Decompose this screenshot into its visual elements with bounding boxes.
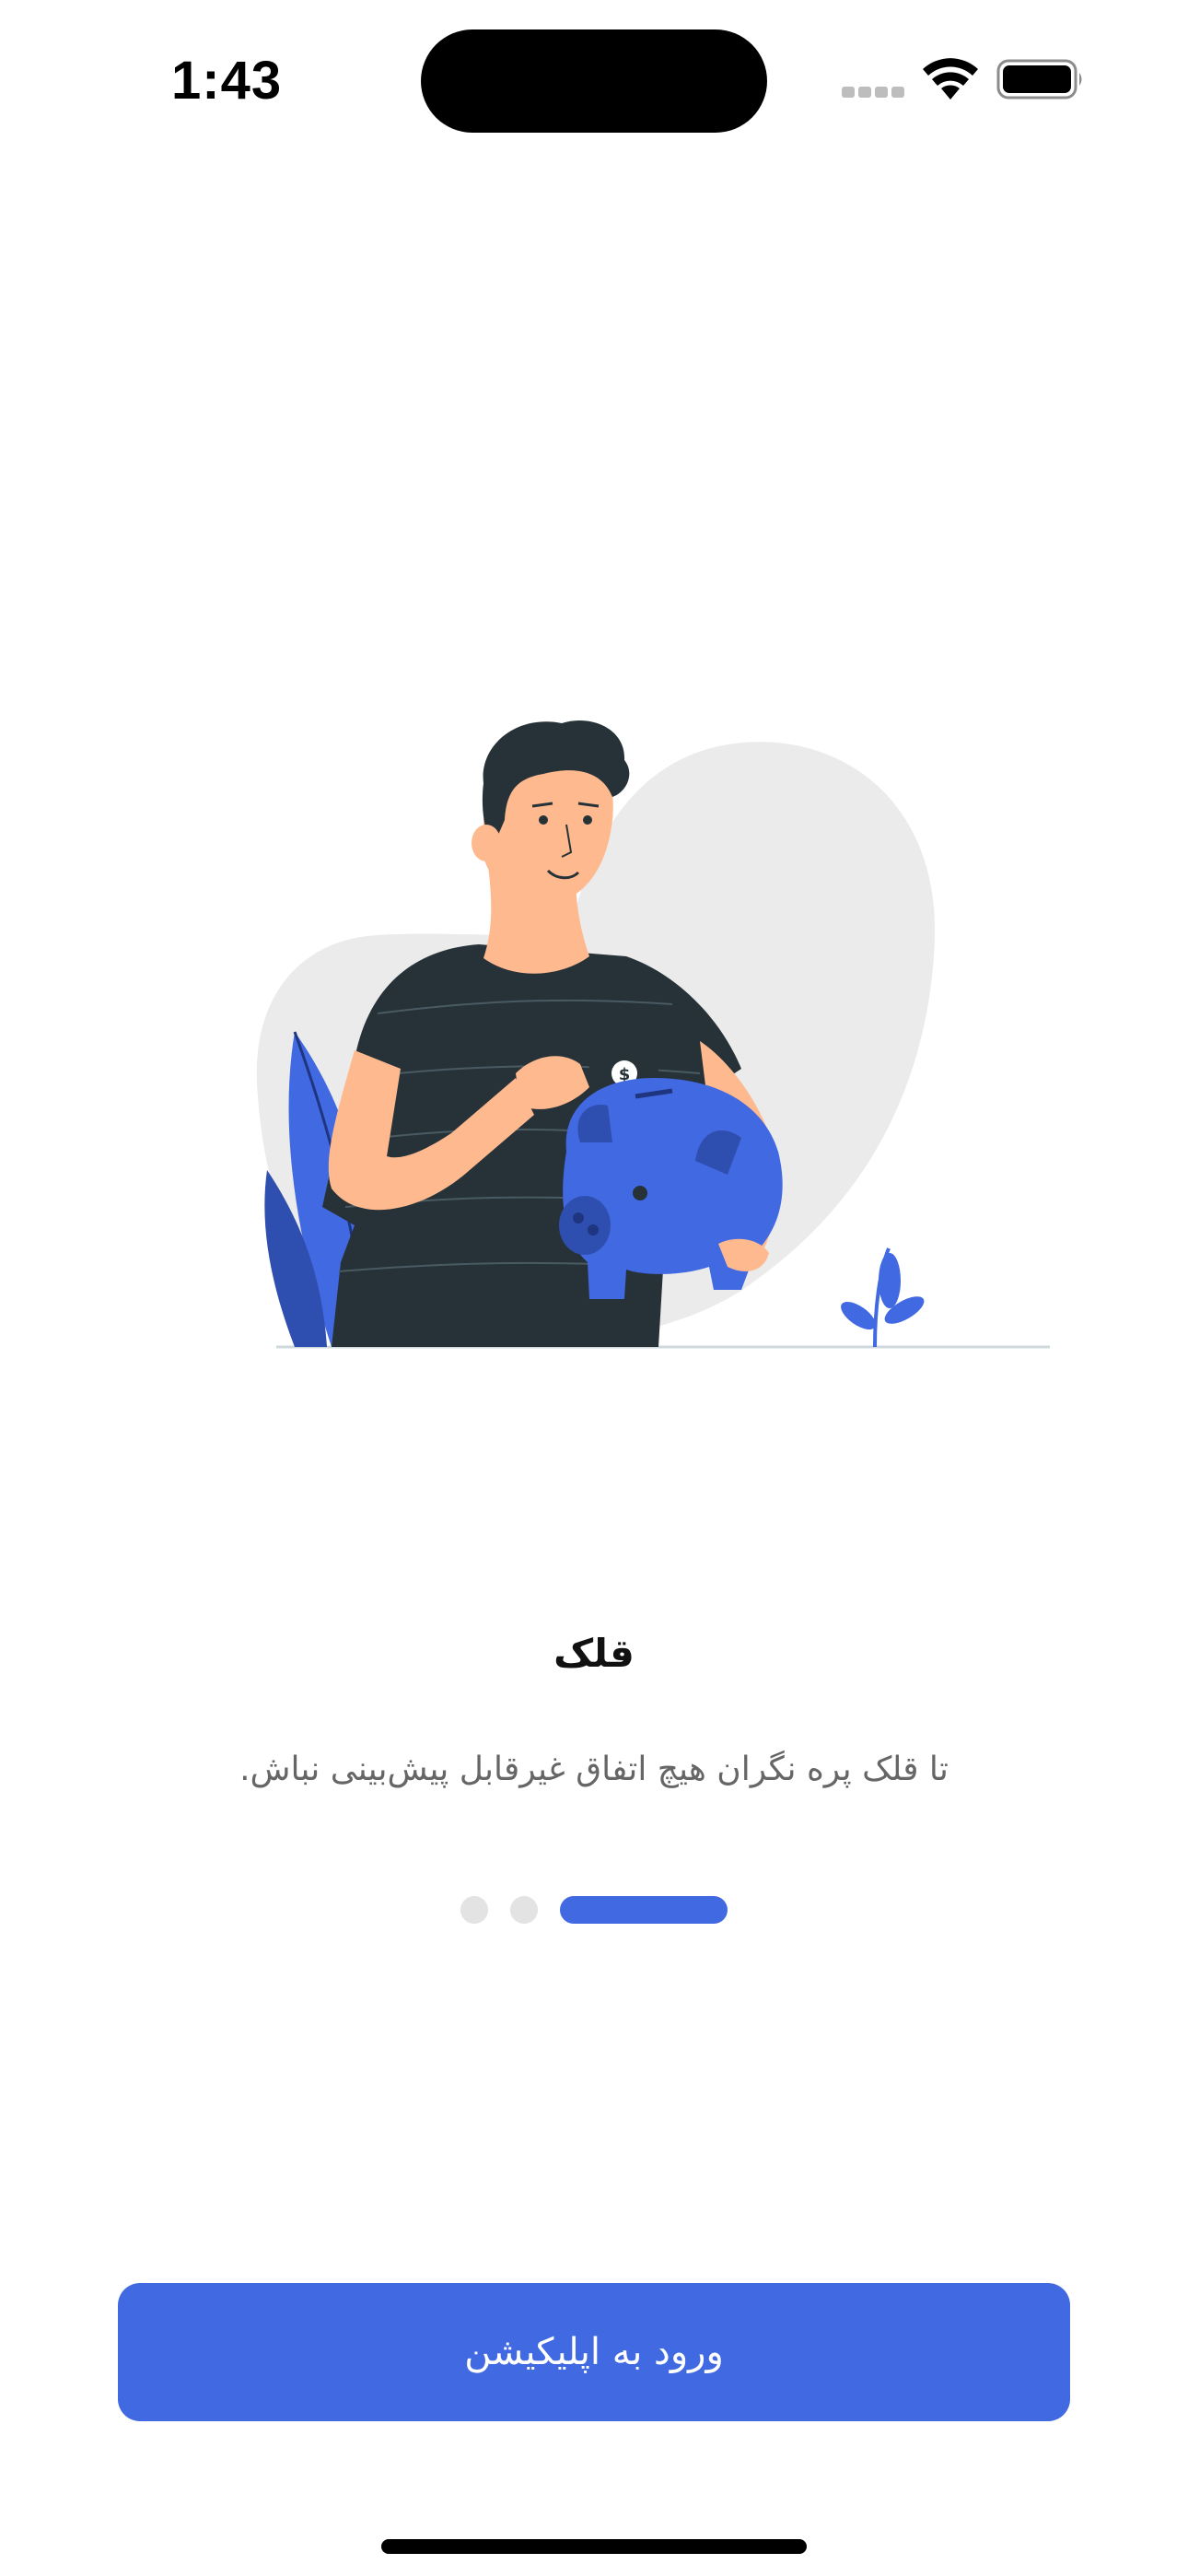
onboarding-title: قلک bbox=[553, 1631, 635, 1676]
page-dot[interactable] bbox=[510, 1896, 538, 1924]
enter-app-button[interactable]: ورود به اپلیکیشن bbox=[118, 2283, 1070, 2421]
onboarding-screen: 1:43 $ قلک تا قلک پره نگران هیچ اتفاق غی… bbox=[0, 0, 1188, 2576]
page-indicator bbox=[460, 1894, 728, 1924]
signal-icon bbox=[842, 87, 906, 98]
dynamic-island bbox=[421, 29, 767, 133]
status-time: 1:43 bbox=[171, 51, 283, 111]
battery-icon bbox=[996, 59, 1082, 100]
page-dot[interactable] bbox=[460, 1896, 488, 1924]
page-dot-active[interactable] bbox=[560, 1896, 728, 1924]
onboarding-subtitle: تا قلک پره نگران هیچ اتفاق غیرقابل پیش‌ب… bbox=[239, 1751, 949, 1788]
right-plant-icon bbox=[841, 1247, 925, 1348]
piggy-bank-illustration: $ bbox=[256, 720, 1050, 1349]
wifi-icon bbox=[923, 58, 978, 100]
home-indicator[interactable] bbox=[381, 2539, 807, 2554]
